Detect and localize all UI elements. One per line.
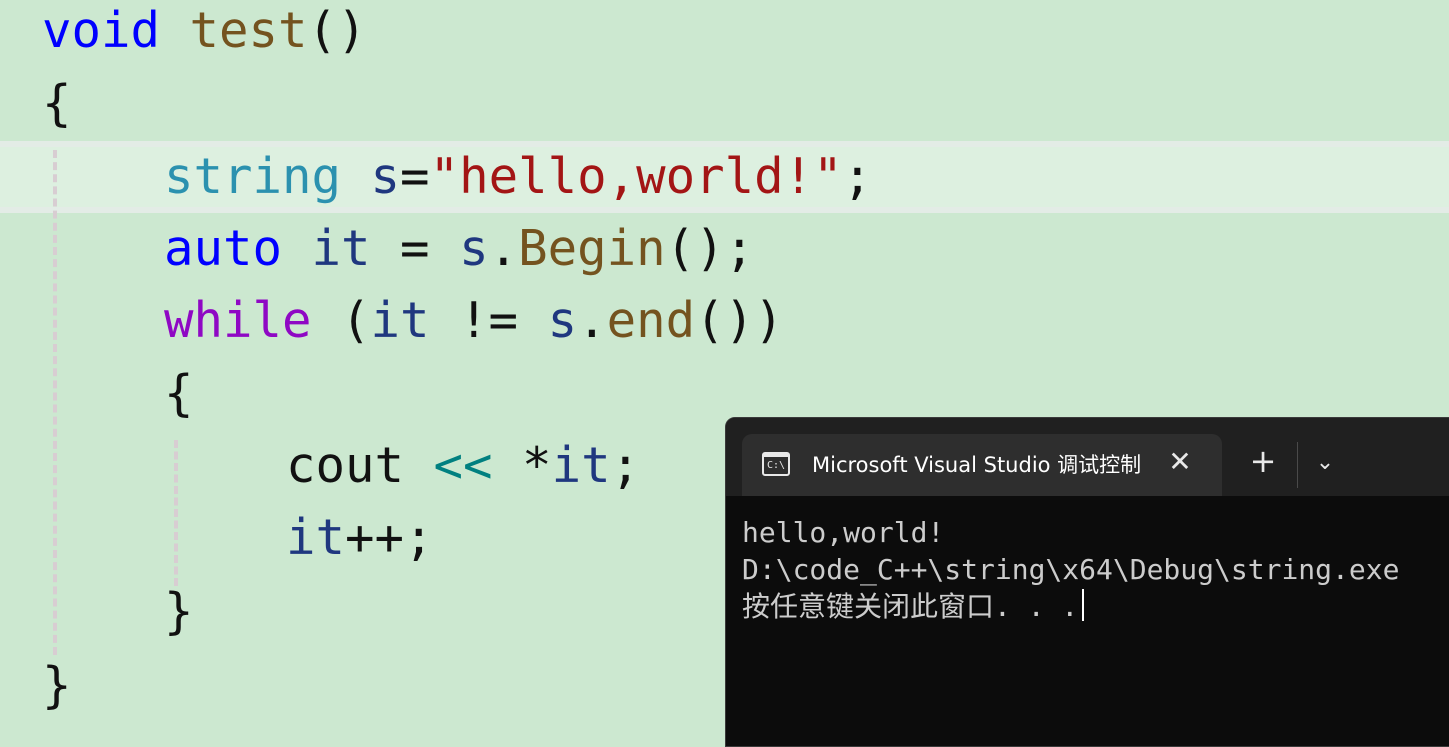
code-token: ()) [695,292,784,349]
code-token: auto [164,220,283,277]
terminal-tab[interactable]: C:\ Microsoft Visual Studio 调试控制台 ✕ [742,434,1222,496]
code-token: ( [311,292,371,349]
code-token: = [400,148,430,205]
terminal-tab-bar: C:\ Microsoft Visual Studio 调试控制台 ✕ + ⌄ [726,418,1449,496]
code-token: string [164,148,342,205]
code-token: Begin [518,220,666,277]
terminal-tab-title: Microsoft Visual Studio 调试控制台 [812,453,1142,477]
code-token: void [42,2,161,59]
code-token: } [42,657,72,714]
indent-guide-outer [53,150,57,655]
code-token: ++; [345,509,434,566]
code-token: ; [842,148,873,205]
code-line-7[interactable]: cout << *it; [286,430,640,502]
tab-divider [1297,442,1298,488]
code-token: != [429,292,548,349]
code-token: test [189,2,308,59]
output-line-1: hello,world! [742,516,945,549]
code-line-5[interactable]: while (it != s.end()) [164,285,784,357]
code-token: while [164,292,312,349]
code-token: . [488,220,519,277]
code-token: } [164,583,194,640]
code-line-10[interactable]: } [42,650,72,722]
code-token: s [370,148,401,205]
code-token: << [433,437,493,494]
new-tab-icon[interactable]: + [1248,445,1278,477]
code-token: = [370,220,460,277]
indent-guide-inner [174,440,178,586]
code-token: * [492,437,552,494]
code-token: (); [665,220,755,277]
code-token: end [606,292,696,349]
code-token: "hello,world!" [429,148,843,205]
output-line-2: D:\code_C++\string\x64\Debug\string.exe [742,553,1400,586]
code-line-1[interactable]: void test() [42,0,367,67]
close-icon[interactable]: ✕ [1166,448,1194,476]
code-token: { [164,365,194,422]
code-token: cout [286,437,405,494]
code-line-2[interactable]: { [42,68,72,140]
code-token: () [307,2,367,59]
code-token: it [286,509,346,566]
chevron-down-icon[interactable]: ⌄ [1310,448,1340,478]
text-cursor [1082,589,1085,621]
output-line-3: 按任意键关闭此窗口. . . [742,590,1079,623]
code-token: . [577,292,607,349]
code-token: it [551,437,611,494]
code-line-9[interactable]: } [164,576,194,648]
code-line-4[interactable]: auto it = s.Begin(); [164,213,754,285]
code-token: it [311,220,371,277]
code-line-3[interactable]: string s="hello,world!"; [164,141,872,213]
code-token: s [459,220,489,277]
code-token: it [370,292,430,349]
code-line-6[interactable]: { [164,358,194,430]
code-token: { [42,75,72,132]
code-token: ; [610,437,641,494]
code-line-8[interactable]: it++; [286,502,434,574]
terminal-output[interactable]: hello,world! D:\code_C++\string\x64\Debu… [742,514,1399,625]
console-icon: C:\ [762,452,790,476]
debug-console-window[interactable]: C:\ Microsoft Visual Studio 调试控制台 ✕ + ⌄ … [725,417,1449,747]
code-token: s [547,292,578,349]
